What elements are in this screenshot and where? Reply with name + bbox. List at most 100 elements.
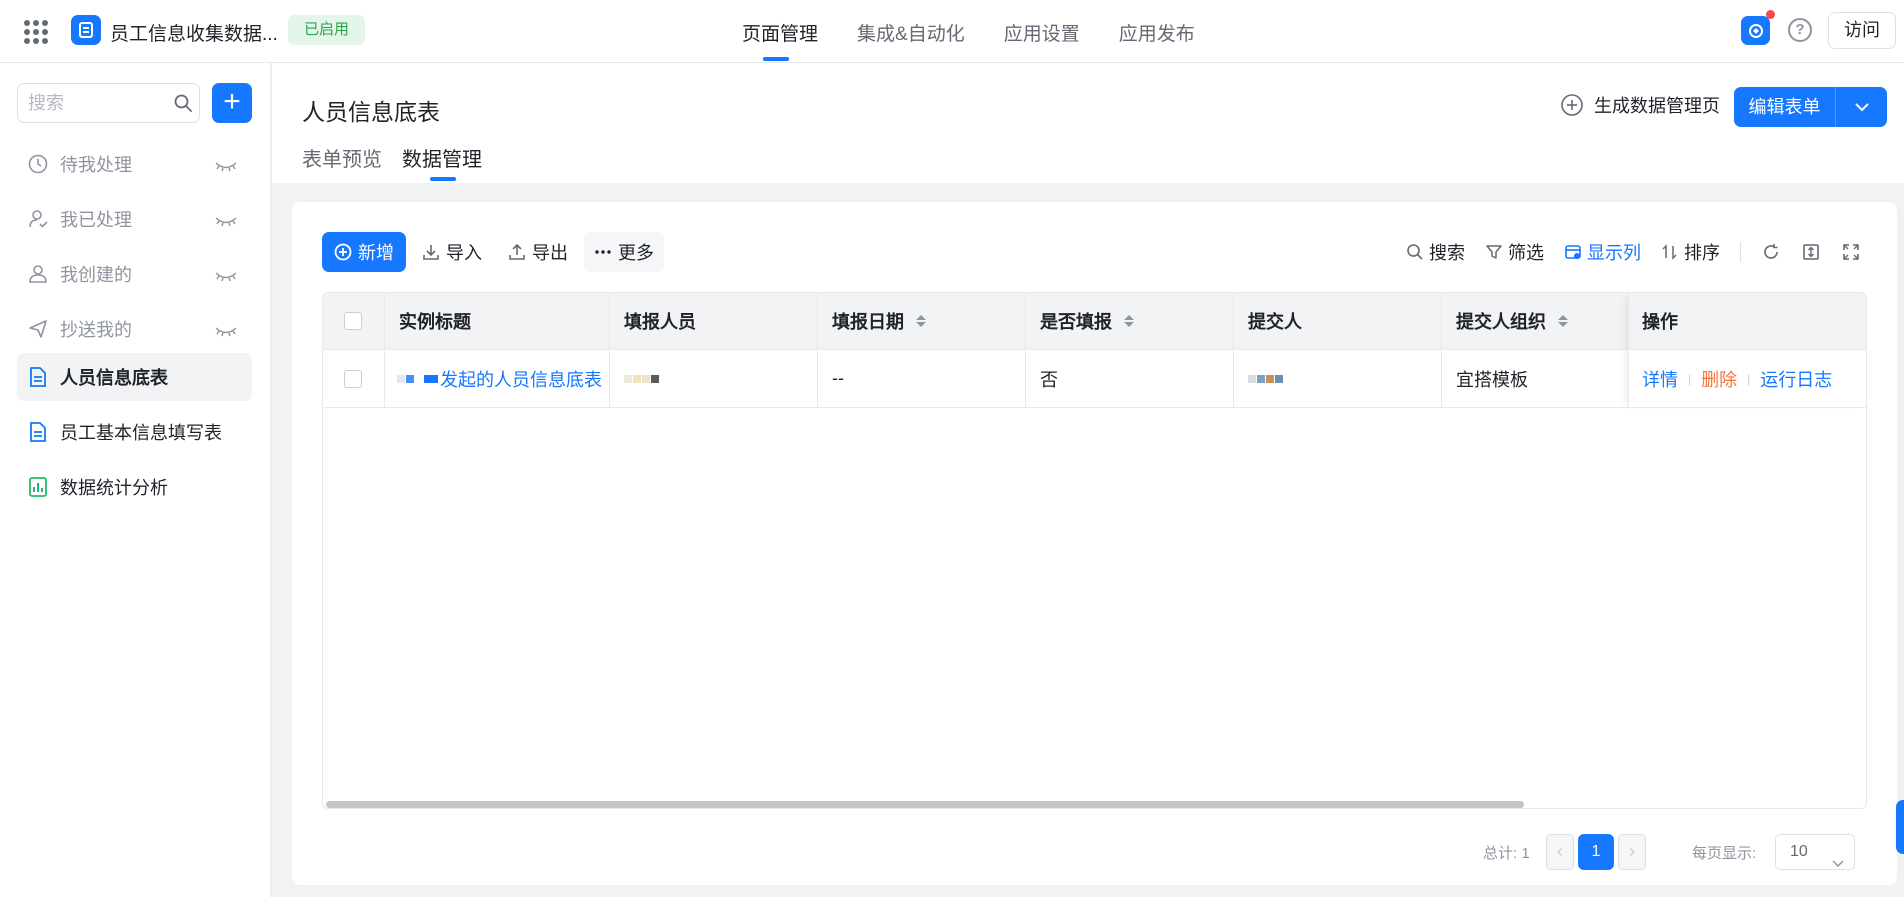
- tab-data-management[interactable]: 数据管理: [402, 143, 482, 183]
- cell-instance-title[interactable]: 发起的人员信息底表: [385, 350, 610, 407]
- sidebar-item-label: 我已处理: [60, 210, 132, 230]
- table-tools: 搜索 筛选 显示列 排序: [1406, 232, 1861, 272]
- plus-circle-icon: [1561, 94, 1583, 116]
- search-button[interactable]: 搜索: [1406, 239, 1465, 265]
- nav-page-management[interactable]: 页面管理: [742, 0, 818, 63]
- row-checkbox[interactable]: [344, 369, 362, 388]
- select-all-checkbox[interactable]: [344, 312, 362, 330]
- add-record-label: 新增: [358, 243, 394, 263]
- sort-caret-icon[interactable]: [916, 315, 926, 327]
- sidebar-item-label: 人员信息底表: [60, 368, 168, 388]
- generate-data-page-label: 生成数据管理页: [1594, 96, 1720, 116]
- more-dots-icon: [595, 250, 611, 254]
- header-submitter-org[interactable]: 提交人组织: [1442, 293, 1628, 349]
- edit-form-label[interactable]: 编辑表单: [1734, 87, 1836, 127]
- sidebar-item-statistics[interactable]: 数据统计分析: [17, 463, 252, 511]
- sort-button[interactable]: 排序: [1661, 239, 1720, 265]
- sidebar-item-pending[interactable]: 待我处理: [17, 140, 252, 188]
- nav-integration-automation[interactable]: 集成&自动化: [857, 0, 965, 63]
- per-page-select[interactable]: 10: [1775, 834, 1855, 870]
- page-title: 人员信息底表: [302, 99, 440, 125]
- header-submitter[interactable]: 提交人: [1234, 293, 1442, 349]
- sidebar-search: [17, 83, 200, 123]
- visit-button[interactable]: 访问: [1828, 12, 1896, 49]
- sidebar-item-employee-form[interactable]: 员工基本信息填写表: [17, 408, 252, 456]
- per-page-label: 每页显示:: [1692, 845, 1757, 862]
- add-page-button[interactable]: +: [212, 83, 252, 123]
- add-record-button[interactable]: 新增: [322, 232, 406, 272]
- tab-form-preview[interactable]: 表单预览: [302, 143, 382, 183]
- doc-icon: [27, 421, 49, 443]
- sidebar-item-personnel-table[interactable]: 人员信息底表: [17, 353, 252, 401]
- instance-title-link[interactable]: 发起的人员信息底表: [440, 366, 602, 392]
- search-icon[interactable]: [173, 93, 193, 118]
- show-columns-label: 显示列: [1587, 243, 1641, 263]
- clock-icon: [27, 153, 49, 175]
- sort-icon: [1662, 244, 1677, 260]
- show-columns-button[interactable]: 显示列: [1564, 239, 1641, 265]
- app-logo-icon: [71, 15, 101, 45]
- nav-app-publish[interactable]: 应用发布: [1119, 0, 1195, 63]
- prev-page-button[interactable]: ‹: [1546, 834, 1574, 870]
- next-page-button[interactable]: ›: [1618, 834, 1646, 870]
- pagination: 总计: 1 ‹ 1 › 每页显示: 10: [292, 831, 1897, 871]
- sidebar-item-label: 待我处理: [60, 155, 132, 175]
- plus-circle-icon: [334, 243, 352, 261]
- user-check-icon: [27, 208, 49, 230]
- hidden-eye-icon[interactable]: [214, 211, 238, 232]
- fixed-actions-column-shadow: [1628, 293, 1866, 408]
- export-button[interactable]: 导出: [498, 232, 578, 272]
- header-filled[interactable]: 是否填报: [1026, 293, 1234, 349]
- import-label: 导入: [446, 243, 482, 263]
- chart-icon: [27, 476, 49, 498]
- sidebar-item-handled[interactable]: 我已处理: [17, 195, 252, 243]
- fullscreen-icon[interactable]: [1841, 242, 1861, 262]
- sort-label: 排序: [1684, 243, 1720, 263]
- header-report-date[interactable]: 填报日期: [818, 293, 1026, 349]
- page-header: 人员信息底表 生成数据管理页 编辑表单 表单预览 数据管理: [272, 63, 1904, 183]
- sidebar-item-label: 数据统计分析: [60, 478, 168, 498]
- notification-icon[interactable]: [1741, 16, 1770, 45]
- chevron-down-icon[interactable]: [1836, 87, 1887, 127]
- hidden-eye-icon[interactable]: [214, 156, 238, 177]
- generate-data-page-button[interactable]: 生成数据管理页: [1560, 92, 1720, 118]
- cell-reporter: [610, 350, 818, 407]
- filter-button[interactable]: 筛选: [1485, 239, 1544, 265]
- download-icon: [423, 245, 439, 260]
- app-grid-icon[interactable]: [24, 20, 48, 44]
- columns-icon: [1565, 245, 1581, 259]
- hidden-eye-icon[interactable]: [214, 266, 238, 287]
- sort-caret-icon[interactable]: [1124, 315, 1134, 327]
- app-title[interactable]: 员工信息收集数据...: [110, 19, 278, 46]
- search-icon: [1407, 244, 1423, 260]
- toolbar-divider: [1740, 242, 1741, 262]
- hidden-eye-icon[interactable]: [214, 321, 238, 342]
- header-instance-title[interactable]: 实例标题: [385, 293, 610, 349]
- import-button[interactable]: 导入: [412, 232, 492, 272]
- send-icon: [27, 318, 49, 340]
- horizontal-scrollbar[interactable]: [326, 801, 1524, 808]
- blurred-name: [397, 374, 438, 383]
- toolbar-actions: 新增 导入 导出 更多: [322, 232, 664, 272]
- more-button[interactable]: 更多: [584, 232, 664, 272]
- data-card: 新增 导入 导出 更多 搜索 筛选 显示列 排序 实例标题 填报人员 填报日期 …: [292, 202, 1897, 885]
- filter-label: 筛选: [1508, 243, 1544, 263]
- row-height-icon[interactable]: [1801, 242, 1821, 262]
- sidebar-item-label: 我创建的: [60, 265, 132, 285]
- cell-submitter-org: 宜搭模板: [1456, 369, 1528, 390]
- nav-app-settings[interactable]: 应用设置: [1004, 0, 1080, 63]
- refresh-icon[interactable]: [1761, 242, 1781, 262]
- chevron-down-icon: [1832, 847, 1844, 881]
- filter-icon: [1486, 245, 1502, 259]
- sidebar-item-created[interactable]: 我创建的: [17, 250, 252, 298]
- side-panel-handle[interactable]: [1896, 800, 1904, 854]
- sidebar-search-input[interactable]: [28, 93, 158, 114]
- blurred-avatar: [1248, 374, 1283, 383]
- sidebar-item-cc[interactable]: 抄送我的: [17, 305, 252, 353]
- edit-form-button[interactable]: 编辑表单: [1734, 87, 1887, 127]
- sort-caret-icon[interactable]: [1558, 315, 1568, 327]
- cell-submitter: [1234, 350, 1442, 407]
- help-icon[interactable]: ?: [1788, 18, 1812, 42]
- header-reporter[interactable]: 填报人员: [610, 293, 818, 349]
- page-number-current[interactable]: 1: [1578, 834, 1614, 870]
